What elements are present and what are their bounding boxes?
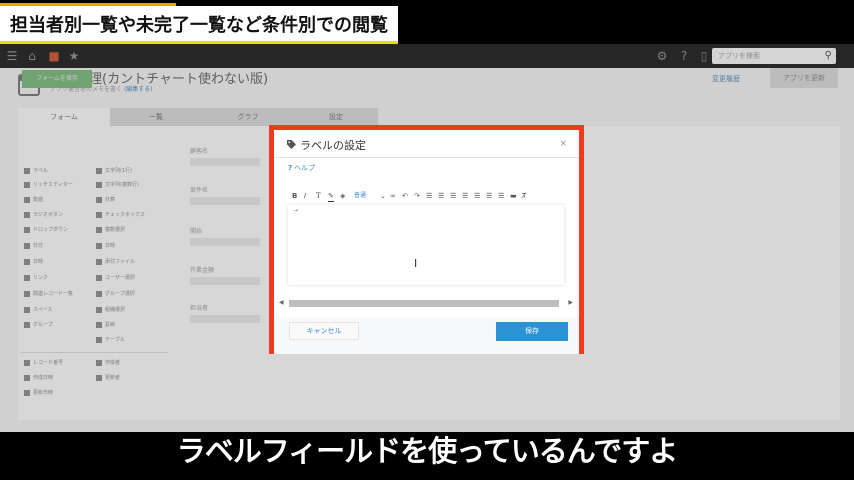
dialog-title: ラベルの設定	[300, 139, 366, 152]
screen: ☰ ⌂ ■ ★ ⚙ ? ▯ アプリを検索 ⚲ 工程管理(カントチャート使わない版…	[0, 0, 854, 480]
link-icon[interactable]: ∞	[390, 190, 396, 202]
scroll-left-icon[interactable]: ◀	[279, 298, 284, 308]
rich-text-editor[interactable]: → I	[288, 205, 564, 285]
italic-icon[interactable]: I	[304, 190, 306, 202]
save-button[interactable]: 保存	[496, 322, 568, 341]
scroll-right-icon[interactable]: ▶	[568, 298, 573, 308]
horizontal-scrollbar[interactable]: ◀ ▶	[279, 298, 573, 308]
dialog-header: ラベルの設定 ×	[274, 130, 579, 158]
banner-accent	[0, 3, 176, 6]
label-settings-dialog: ラベルの設定 × ? ヘルプ B I T ✎ ◈ 普通 ⌄ ∞ ↶ ↷ ☰ ☰ ☰…	[269, 125, 584, 354]
title-banner: 担当者別一覧や未完了一覧など条件別での閲覧	[0, 3, 398, 44]
close-icon[interactable]: ×	[559, 139, 567, 149]
redo-icon[interactable]: ↷	[414, 190, 420, 202]
help-link[interactable]: ? ヘルプ	[288, 163, 315, 173]
cancel-button[interactable]: キャンセル	[289, 322, 359, 340]
highlight-icon[interactable]: ◈	[340, 190, 345, 202]
ordered-list-icon[interactable]: ☰	[426, 190, 432, 202]
help-icon: ?	[288, 164, 293, 172]
editor-marker: →	[293, 207, 299, 214]
pen-icon[interactable]: ✎	[328, 190, 334, 202]
chevron-down-icon[interactable]: ⌄	[380, 190, 386, 202]
align-center-icon[interactable]: ☰	[486, 190, 492, 202]
scrollbar-thumb[interactable]	[289, 300, 559, 307]
dialog-footer: キャンセル 保存	[274, 317, 579, 354]
help-label: ヘルプ	[294, 164, 316, 172]
banner-text: 担当者別一覧や未完了一覧など条件別での閲覧	[10, 14, 388, 36]
bullet-list-icon[interactable]: ☰	[438, 190, 444, 202]
bold-icon[interactable]: B	[292, 190, 297, 202]
font-size-select[interactable]: 普通	[354, 190, 366, 202]
align-right-icon[interactable]: ☰	[498, 190, 504, 202]
text-style-icon[interactable]: T	[316, 190, 321, 202]
outdent-icon[interactable]: ☰	[462, 190, 468, 202]
tag-icon	[287, 140, 296, 149]
editor-toolbar: B I T ✎ ◈ 普通 ⌄ ∞ ↶ ↷ ☰ ☰ ☰ ☰ ☰ ☰ ☰ ▬ T̸	[292, 190, 562, 202]
video-subtitle: ラベルフィールドを使っているんですよ	[176, 434, 679, 468]
text-cursor-icon: I	[414, 257, 418, 270]
horizontal-rule-icon[interactable]: ▬	[510, 190, 517, 202]
undo-icon[interactable]: ↶	[402, 190, 408, 202]
clear-format-icon[interactable]: T̸	[522, 190, 526, 202]
align-left-icon[interactable]: ☰	[474, 190, 480, 202]
indent-icon[interactable]: ☰	[450, 190, 456, 202]
